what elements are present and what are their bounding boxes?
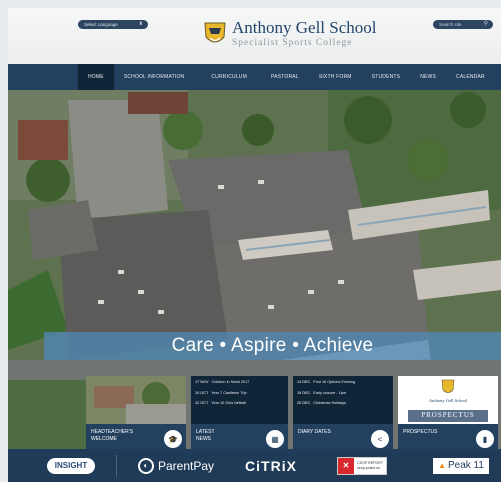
- main-nav: HOME SCHOOL INFORMATION CURRICULUM PASTO…: [8, 64, 501, 90]
- event-date: 10 OCT: [195, 390, 209, 395]
- list-item[interactable]: 19 DEC Early closure - 1pm: [297, 391, 389, 396]
- nav-pastoral[interactable]: PASTORAL: [257, 64, 309, 90]
- tile-label-line1: PROSPECTUS: [403, 429, 438, 435]
- peak-label: Peak 11: [447, 460, 484, 471]
- ceop-icon: ✕: [337, 458, 354, 474]
- school-logo[interactable]: Anthony Gell School Specialist Sports Co…: [202, 14, 377, 54]
- event-date: 19 DEC: [297, 390, 311, 395]
- chevron-down-icon: ⬍: [138, 21, 143, 27]
- parentpay-icon: ◐: [137, 458, 154, 474]
- tile-label-line2: NEWS: [196, 435, 211, 442]
- prospectus-doc-title: Anthony Gell School: [428, 398, 468, 403]
- crest-icon: [204, 22, 226, 43]
- share-icon[interactable]: <: [371, 430, 389, 448]
- event-date: 17 NOV: [195, 380, 209, 384]
- nav-school-information[interactable]: SCHOOL INFORMATION: [114, 64, 195, 90]
- ceop-line2: ceop.police.uk: [356, 466, 380, 470]
- tile-label-line2: WELCOME: [91, 435, 117, 442]
- insight-logo[interactable]: INSIGHT: [36, 456, 106, 476]
- diary-list: 14 DEC Post 16 Options Evening 19 DEC Earl…: [293, 376, 393, 424]
- ceop-line1: CEOP REPORT: [356, 461, 384, 465]
- language-select[interactable]: Select Language ⬍: [78, 20, 148, 29]
- document-icon[interactable]: ▮: [476, 430, 494, 448]
- event-date: 12 OCT: [195, 401, 209, 406]
- peak11-logo[interactable]: ▲ Peak 11: [426, 456, 496, 476]
- event-text: Year 7 Castleton Trip: [211, 390, 247, 395]
- nav-news[interactable]: NEWS: [410, 64, 446, 90]
- list-item[interactable]: 10 OCT Year 7 Castleton Trip: [195, 391, 284, 396]
- site-header: Select Language ⬍ Anthony Gell School Sp…: [8, 8, 501, 64]
- school-name: Anthony Gell School: [232, 18, 377, 37]
- event-text: Early closure - 1pm: [313, 390, 347, 395]
- search-input[interactable]: Search site ⚲: [433, 20, 493, 29]
- event-text: Children in Need 2017: [211, 380, 250, 384]
- citrix-logo[interactable]: CiTRiX: [236, 456, 306, 476]
- graduation-cap-icon[interactable]: 🎓: [164, 430, 182, 448]
- list-item[interactable]: 20 DEC Christmas Holidays: [297, 401, 389, 406]
- parentpay-logo[interactable]: ◐ ParentPay: [126, 456, 226, 476]
- headteacher-photo: [86, 376, 186, 424]
- event-text: Post 16 Options Evening: [313, 380, 356, 384]
- event-text: Christmas Holidays: [313, 401, 347, 406]
- list-item[interactable]: 17 NOV Children in Need 2017: [195, 380, 284, 385]
- divider: [116, 455, 117, 477]
- list-item[interactable]: 12 OCT Year 10 Girls Netball: [195, 401, 284, 406]
- page-frame: Select Language ⬍ Anthony Gell School Sp…: [8, 8, 501, 482]
- event-text: Year 10 Girls Netball: [211, 401, 246, 406]
- peak-icon: ▲: [438, 461, 446, 470]
- event-date: 20 DEC: [297, 401, 311, 406]
- prospectus-doc-banner: PROSPECTUS: [421, 411, 475, 419]
- nav-contact[interactable]: CO: [495, 64, 501, 90]
- nav-students[interactable]: STUDENTS: [362, 64, 411, 90]
- school-tagline: Specialist Sports College: [232, 38, 353, 48]
- nav-calendar[interactable]: CALENDAR: [446, 64, 495, 90]
- hero-tagline: Care • Aspire • Achieve: [44, 332, 501, 360]
- nav-sixth-form[interactable]: SIXTH FORM: [309, 64, 362, 90]
- search-icon[interactable]: ⚲: [484, 20, 488, 29]
- hero-banner: Care • Aspire • Achieve HEADTEACHER'S WE…: [8, 90, 501, 482]
- ceop-report-logo[interactable]: ✕ CEOP REPORT ceop.police.uk: [332, 456, 392, 476]
- list-item[interactable]: 14 DEC Post 16 Options Evening: [297, 380, 389, 385]
- prospectus-cover: Anthony Gell School PROSPECTUS: [398, 376, 498, 424]
- nav-curriculum[interactable]: CURRICULUM: [194, 64, 257, 90]
- newspaper-icon[interactable]: ▦: [266, 430, 284, 448]
- citrix-label: CiTRiX: [245, 458, 297, 474]
- event-date: 14 DEC: [297, 380, 311, 384]
- insight-label: INSIGHT: [46, 458, 96, 474]
- tile-label-line1: DIARY DATES: [298, 429, 331, 435]
- nav-home[interactable]: HOME: [78, 64, 114, 90]
- language-select-label: Select Language: [84, 22, 118, 27]
- parentpay-label: ParentPay: [157, 459, 215, 473]
- news-list: 17 NOV Children in Need 2017 10 OCT Year 7…: [191, 376, 288, 424]
- partner-logos-bar: INSIGHT ◐ ParentPay CiTRiX ✕ CEOP REPORT…: [8, 449, 501, 482]
- search-placeholder: Search site: [439, 22, 462, 27]
